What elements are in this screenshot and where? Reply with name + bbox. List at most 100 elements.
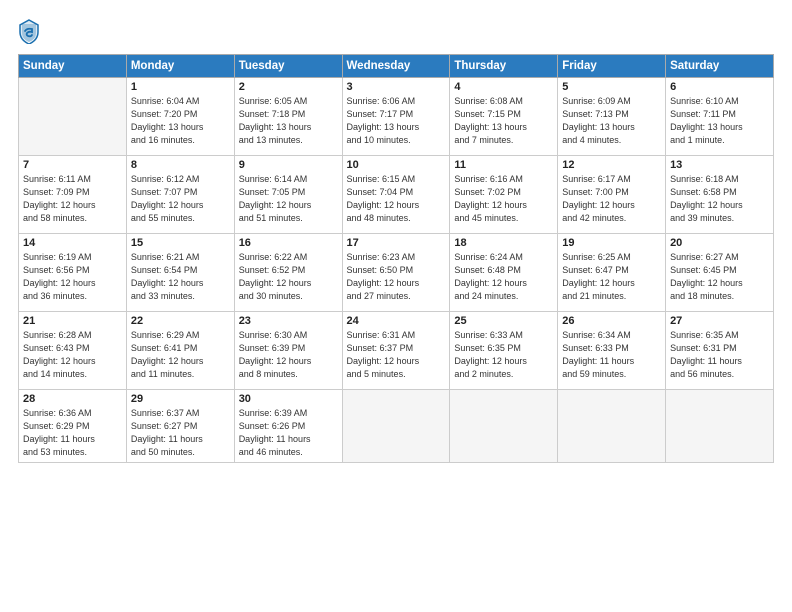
day-number: 1 [131,81,230,93]
col-header-wednesday: Wednesday [342,55,450,78]
day-number: 22 [131,315,230,327]
day-cell: 29 Sunrise: 6:37 AM Sunset: 6:27 PM Dayli… [126,390,234,463]
day-number: 14 [23,237,122,249]
day-number: 30 [239,393,338,405]
day-number: 10 [347,159,446,171]
day-info: Sunrise: 6:30 AM Sunset: 6:39 PM Dayligh… [239,329,338,381]
day-cell: 4 Sunrise: 6:08 AM Sunset: 7:15 PM Daylig… [450,78,558,156]
col-header-sunday: Sunday [19,55,127,78]
day-cell [666,390,774,463]
day-cell: 7Sunrise: 6:11 AM Sunset: 7:09 PM Daylig… [19,156,127,234]
week-row-4: 21Sunrise: 6:28 AM Sunset: 6:43 PM Dayli… [19,312,774,390]
day-cell: 6Sunrise: 6:10 AM Sunset: 7:11 PM Daylig… [666,78,774,156]
col-header-monday: Monday [126,55,234,78]
week-row-3: 14 Sunrise: 6:19 AM Sunset: 6:56 PM Dayli… [19,234,774,312]
day-cell: 18 Sunrise: 6:24 AM Sunset: 6:48 PM Dayli… [450,234,558,312]
day-number: 24 [347,315,446,327]
day-info: Sunrise: 6:35 AM Sunset: 6:31 PM Dayligh… [670,329,769,381]
day-info: Sunrise: 6:05 AM Sunset: 7:18 PM Dayligh… [239,95,338,147]
day-cell: 25 Sunrise: 6:33 AM Sunset: 6:35 PM Dayli… [450,312,558,390]
col-header-thursday: Thursday [450,55,558,78]
day-info: Sunrise: 6:09 AM Sunset: 7:13 PM Dayligh… [562,95,661,147]
day-info: Sunrise: 6:27 AM Sunset: 6:45 PM Dayligh… [670,251,769,303]
day-number: 12 [562,159,661,171]
day-cell: 5 Sunrise: 6:09 AM Sunset: 7:13 PM Daylig… [558,78,666,156]
day-cell: 22 Sunrise: 6:29 AM Sunset: 6:41 PM Dayli… [126,312,234,390]
page: SundayMondayTuesdayWednesdayThursdayFrid… [0,0,792,612]
day-cell: 27 Sunrise: 6:35 AM Sunset: 6:31 PM Dayli… [666,312,774,390]
day-info: Sunrise: 6:36 AM Sunset: 6:29 PM Dayligh… [23,407,122,459]
day-info: Sunrise: 6:04 AM Sunset: 7:20 PM Dayligh… [131,95,230,147]
day-cell: 17 Sunrise: 6:23 AM Sunset: 6:50 PM Dayli… [342,234,450,312]
day-info: Sunrise: 6:12 AM Sunset: 7:07 PM Dayligh… [131,173,230,225]
day-cell: 14 Sunrise: 6:19 AM Sunset: 6:56 PM Dayli… [19,234,127,312]
day-cell: 9 Sunrise: 6:14 AM Sunset: 7:05 PM Daylig… [234,156,342,234]
header-row: SundayMondayTuesdayWednesdayThursdayFrid… [19,55,774,78]
day-info: Sunrise: 6:39 AM Sunset: 6:26 PM Dayligh… [239,407,338,459]
day-info: Sunrise: 6:15 AM Sunset: 7:04 PM Dayligh… [347,173,446,225]
day-cell: 11Sunrise: 6:16 AM Sunset: 7:02 PM Dayli… [450,156,558,234]
day-number: 25 [454,315,553,327]
day-info: Sunrise: 6:37 AM Sunset: 6:27 PM Dayligh… [131,407,230,459]
day-info: Sunrise: 6:08 AM Sunset: 7:15 PM Dayligh… [454,95,553,147]
day-info: Sunrise: 6:21 AM Sunset: 6:54 PM Dayligh… [131,251,230,303]
week-row-5: 28 Sunrise: 6:36 AM Sunset: 6:29 PM Dayli… [19,390,774,463]
day-cell: 24 Sunrise: 6:31 AM Sunset: 6:37 PM Dayli… [342,312,450,390]
day-cell [19,78,127,156]
header [18,18,774,44]
day-info: Sunrise: 6:14 AM Sunset: 7:05 PM Dayligh… [239,173,338,225]
day-number: 9 [239,159,338,171]
day-info: Sunrise: 6:31 AM Sunset: 6:37 PM Dayligh… [347,329,446,381]
day-cell: 23 Sunrise: 6:30 AM Sunset: 6:39 PM Dayli… [234,312,342,390]
day-number: 28 [23,393,122,405]
day-info: Sunrise: 6:11 AM Sunset: 7:09 PM Dayligh… [23,173,122,225]
day-info: Sunrise: 6:25 AM Sunset: 6:47 PM Dayligh… [562,251,661,303]
day-cell: 10 Sunrise: 6:15 AM Sunset: 7:04 PM Dayli… [342,156,450,234]
calendar: SundayMondayTuesdayWednesdayThursdayFrid… [18,54,774,463]
day-cell: 13Sunrise: 6:18 AM Sunset: 6:58 PM Dayli… [666,156,774,234]
day-number: 23 [239,315,338,327]
day-number: 27 [670,315,769,327]
day-cell: 1 Sunrise: 6:04 AM Sunset: 7:20 PM Daylig… [126,78,234,156]
day-number: 5 [562,81,661,93]
logo-icon [18,18,40,44]
day-cell: 8 Sunrise: 6:12 AM Sunset: 7:07 PM Daylig… [126,156,234,234]
day-cell: 12 Sunrise: 6:17 AM Sunset: 7:00 PM Dayli… [558,156,666,234]
day-cell [558,390,666,463]
day-cell: 2 Sunrise: 6:05 AM Sunset: 7:18 PM Daylig… [234,78,342,156]
day-cell [342,390,450,463]
day-info: Sunrise: 6:29 AM Sunset: 6:41 PM Dayligh… [131,329,230,381]
day-info: Sunrise: 6:18 AM Sunset: 6:58 PM Dayligh… [670,173,769,225]
day-cell: 16Sunrise: 6:22 AM Sunset: 6:52 PM Dayli… [234,234,342,312]
day-cell: 19 Sunrise: 6:25 AM Sunset: 6:47 PM Dayli… [558,234,666,312]
day-info: Sunrise: 6:17 AM Sunset: 7:00 PM Dayligh… [562,173,661,225]
day-number: 17 [347,237,446,249]
week-row-1: 1 Sunrise: 6:04 AM Sunset: 7:20 PM Daylig… [19,78,774,156]
week-row-2: 7Sunrise: 6:11 AM Sunset: 7:09 PM Daylig… [19,156,774,234]
day-number: 18 [454,237,553,249]
day-cell: 3Sunrise: 6:06 AM Sunset: 7:17 PM Daylig… [342,78,450,156]
day-cell: 21Sunrise: 6:28 AM Sunset: 6:43 PM Dayli… [19,312,127,390]
day-number: 16 [239,237,338,249]
col-header-friday: Friday [558,55,666,78]
day-cell [450,390,558,463]
day-number: 15 [131,237,230,249]
day-info: Sunrise: 6:19 AM Sunset: 6:56 PM Dayligh… [23,251,122,303]
day-info: Sunrise: 6:34 AM Sunset: 6:33 PM Dayligh… [562,329,661,381]
day-info: Sunrise: 6:06 AM Sunset: 7:17 PM Dayligh… [347,95,446,147]
day-number: 2 [239,81,338,93]
day-number: 6 [670,81,769,93]
day-info: Sunrise: 6:33 AM Sunset: 6:35 PM Dayligh… [454,329,553,381]
day-number: 8 [131,159,230,171]
day-number: 29 [131,393,230,405]
day-number: 4 [454,81,553,93]
day-cell: 30 Sunrise: 6:39 AM Sunset: 6:26 PM Dayli… [234,390,342,463]
day-number: 26 [562,315,661,327]
col-header-saturday: Saturday [666,55,774,78]
day-cell: 26 Sunrise: 6:34 AM Sunset: 6:33 PM Dayli… [558,312,666,390]
day-number: 20 [670,237,769,249]
day-info: Sunrise: 6:23 AM Sunset: 6:50 PM Dayligh… [347,251,446,303]
day-info: Sunrise: 6:28 AM Sunset: 6:43 PM Dayligh… [23,329,122,381]
day-number: 19 [562,237,661,249]
day-info: Sunrise: 6:24 AM Sunset: 6:48 PM Dayligh… [454,251,553,303]
